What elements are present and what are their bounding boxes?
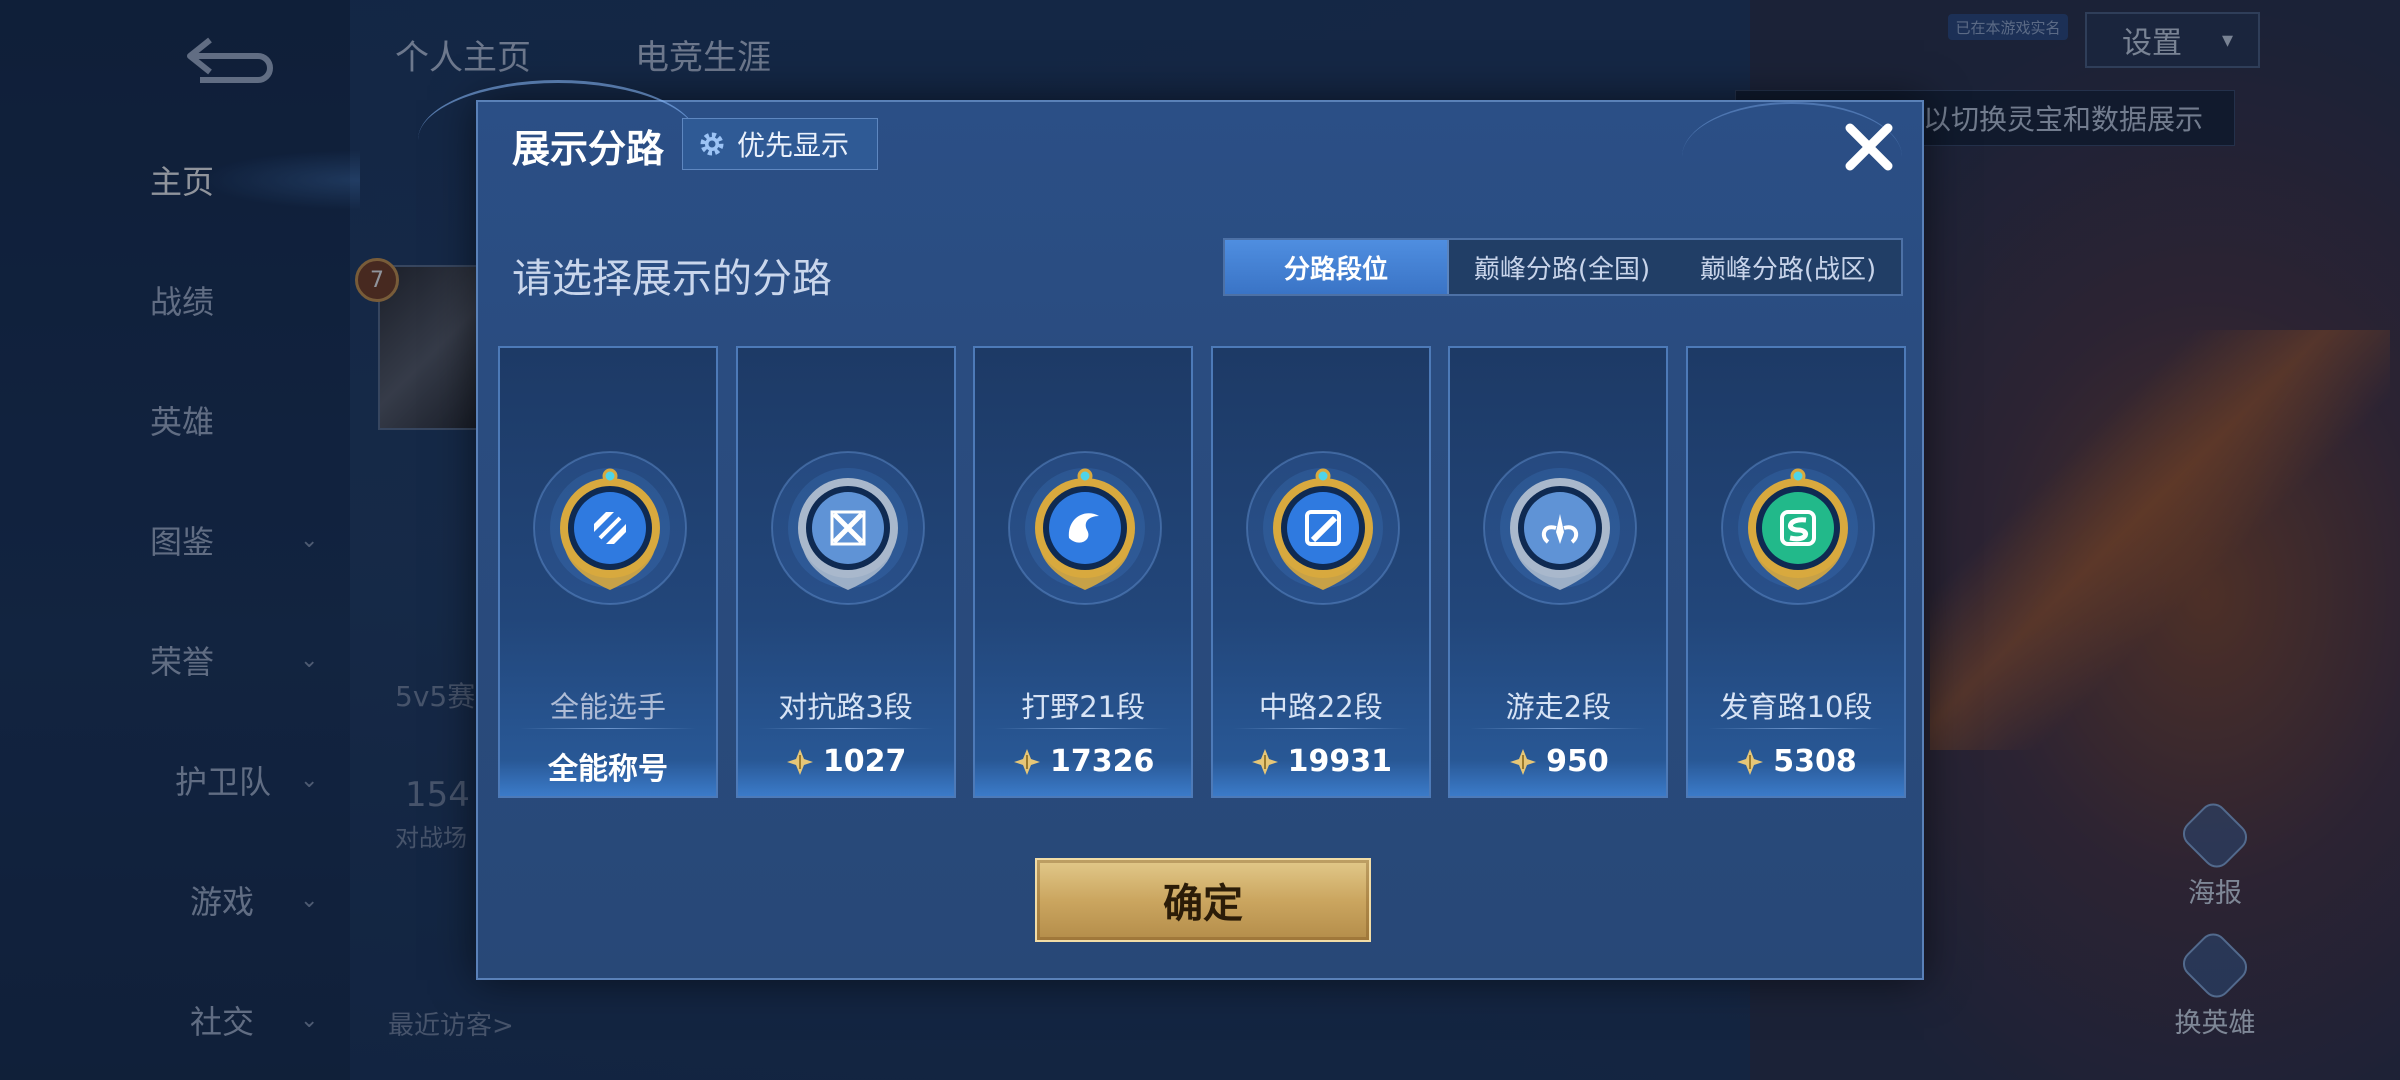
rank-emblem-icon xyxy=(530,448,690,608)
lane-card-name: 全能选手 xyxy=(549,690,666,724)
lane-card-score-value: 1027 xyxy=(822,744,907,779)
divider xyxy=(1470,728,1647,729)
lane-card-name: 中路22段 xyxy=(1258,690,1383,724)
lane-card-score: 5308 xyxy=(1688,744,1904,779)
lane-card-score: 19931 xyxy=(1213,744,1429,779)
lane-display-dialog: 展示分路 优先显示 请选择展示的分路 分路段位 巅峰分路(全国) 巅峰分路(战区… xyxy=(418,80,1924,980)
peak-score-icon xyxy=(786,748,813,775)
lane-card-score-value: 19931 xyxy=(1287,744,1392,779)
lane-card[interactable]: 发育路10段 5308 xyxy=(1686,346,1906,798)
dialog-title: 展示分路 xyxy=(512,127,665,171)
lane-card-name: 打野21段 xyxy=(1021,690,1146,724)
lane-card-score: 1027 xyxy=(738,744,954,779)
rank-emblem-icon xyxy=(1718,448,1878,608)
peak-score-icon xyxy=(1251,748,1278,775)
rank-emblem-icon xyxy=(1243,448,1403,608)
divider xyxy=(757,728,934,729)
priority-display-button[interactable]: 优先显示 xyxy=(682,118,878,170)
confirm-button[interactable]: 确定 xyxy=(1035,858,1371,942)
lane-card[interactable]: 全能选手 全能称号 xyxy=(498,346,718,798)
lane-card[interactable]: 打野21段 17326 xyxy=(973,346,1194,798)
lane-card-name: 对抗路3段 xyxy=(778,690,913,724)
lane-tabs: 分路段位 巅峰分路(全国) 巅峰分路(战区) xyxy=(1223,238,1903,296)
lane-card-name: 发育路10段 xyxy=(1719,690,1873,724)
rank-emblem-icon xyxy=(1480,448,1640,608)
close-icon[interactable] xyxy=(1834,112,1904,182)
tab-peak-national[interactable]: 巅峰分路(全国) xyxy=(1449,240,1675,294)
lane-card-score: 950 xyxy=(1450,744,1666,779)
lane-card-score-value: 5308 xyxy=(1773,744,1857,779)
tab-peak-region[interactable]: 巅峰分路(战区) xyxy=(1675,240,1901,294)
lane-card-name: 游走2段 xyxy=(1505,690,1612,724)
lane-card-score: 全能称号 xyxy=(500,744,716,788)
divider xyxy=(995,728,1172,729)
lane-card-score-value: 17326 xyxy=(1050,744,1155,779)
rank-emblem-icon xyxy=(768,448,928,608)
lane-card-score-value: 950 xyxy=(1546,744,1609,779)
divider xyxy=(1232,728,1409,729)
lane-card-list: 全能选手 全能称号 对抗路3段 1027 打野21段 17326 中路22段 19931 游走2… xyxy=(498,346,1906,798)
divider xyxy=(520,728,696,729)
lane-card-score: 17326 xyxy=(975,744,1191,779)
lane-card-score-value: 全能称号 xyxy=(548,752,668,787)
gear-icon xyxy=(700,132,724,156)
lane-card[interactable]: 中路22段 19931 xyxy=(1210,346,1431,798)
rank-emblem-icon xyxy=(1005,448,1165,608)
divider xyxy=(1708,728,1884,729)
dialog-subtitle: 请选择展示的分路 xyxy=(512,256,832,302)
lane-card[interactable]: 对抗路3段 1027 xyxy=(735,346,956,798)
lane-card[interactable]: 游走2段 950 xyxy=(1448,346,1669,798)
peak-score-icon xyxy=(1737,748,1764,775)
peak-score-icon xyxy=(1510,748,1537,775)
peak-score-icon xyxy=(1014,748,1040,775)
tab-lane-rank[interactable]: 分路段位 xyxy=(1225,240,1449,294)
priority-display-label: 优先显示 xyxy=(737,129,850,162)
